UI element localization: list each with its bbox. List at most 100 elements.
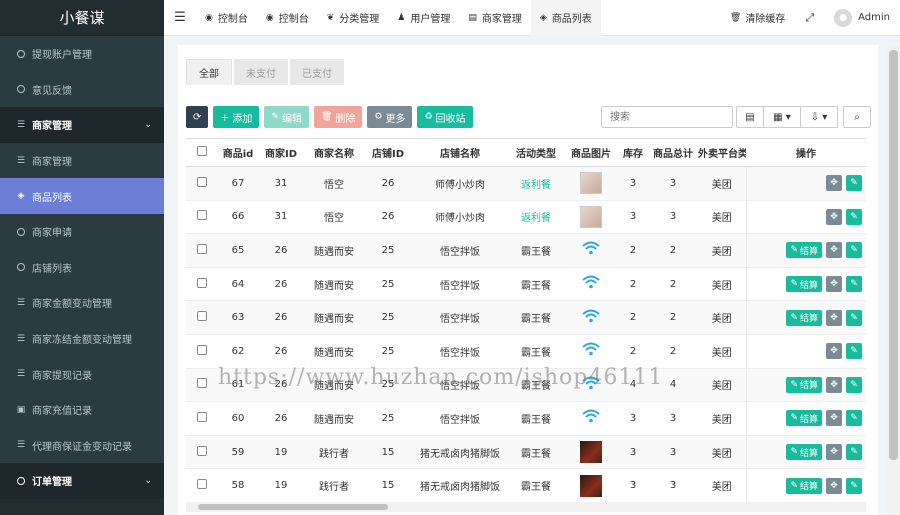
status-tab[interactable]: 全部 [186, 59, 232, 85]
brand-logo[interactable]: 小餐谋 [0, 0, 164, 36]
settle-button[interactable]: ✎ 结算 [786, 276, 822, 293]
cell-image [564, 435, 618, 470]
status-tab[interactable]: 已支付 [290, 59, 344, 85]
table-toolbar: ⟳ ＋添加 ✎ 编辑 🗑 删除 ⚙ 更多 ♻ 回收站 [186, 106, 478, 128]
menu-toggle-icon[interactable]: ☰ [164, 10, 196, 25]
card-view-button[interactable]: ▤ [736, 106, 764, 128]
sidebar-item[interactable]: ☰ 商家金额变动管理 [0, 285, 164, 321]
sidebar-item[interactable]: ◈ 商品列表 [0, 178, 164, 214]
sidebar-item[interactable]: ☰ 商家提现记录 [0, 356, 164, 392]
fullscreen-icon[interactable]: ⤢ [795, 11, 824, 25]
edit-row-button[interactable]: ✎ [846, 477, 862, 494]
sidebar-item-label: 商品列表 [32, 192, 72, 204]
drag-sort-button[interactable]: ✥ [826, 477, 842, 494]
edit-row-button[interactable]: ✎ [846, 410, 862, 427]
sidebar-item[interactable]: ▣ 商家充值记录 [0, 391, 164, 428]
row-checkbox[interactable] [197, 479, 207, 490]
settle-button[interactable]: ✎ 结算 [786, 477, 822, 494]
circle-icon [14, 476, 28, 485]
move-icon: ✥ [830, 413, 838, 424]
row-select-cell [186, 200, 218, 235]
product-thumbnail[interactable] [580, 474, 602, 497]
recycle-bin-button[interactable]: ♻ 回收站 [417, 106, 473, 128]
row-checkbox[interactable] [197, 277, 207, 288]
drag-sort-button[interactable]: ✥ [826, 343, 842, 360]
cell-shop_id: 15 [364, 468, 412, 503]
more-button[interactable]: ⚙ 更多 [367, 106, 413, 128]
advanced-search-button[interactable]: ⌕ [843, 106, 871, 128]
sidebar-item[interactable]: ☰ 商家冻结金额变动管理 [0, 320, 164, 357]
row-checkbox[interactable] [197, 311, 207, 322]
sidebar-item[interactable]: ☰ 商家管理 ⌄ [0, 107, 164, 143]
row-checkbox[interactable] [197, 378, 207, 389]
select-all-checkbox[interactable] [197, 146, 207, 156]
edit-row-button[interactable]: ✎ [846, 309, 862, 326]
settle-button[interactable]: ✎ 结算 [786, 376, 822, 393]
drag-sort-button[interactable]: ✥ [826, 242, 842, 259]
sidebar-item[interactable]: 意见反馈 [0, 71, 164, 108]
cell-merchant_name: 随遇而安 [304, 267, 364, 302]
tab-3[interactable]: ♟ 用户管理 [388, 0, 459, 36]
cell-shop_id: 15 [364, 435, 412, 470]
edit-row-button[interactable]: ✎ [846, 208, 862, 225]
vertical-scroll-thumb[interactable] [889, 50, 898, 460]
row-checkbox[interactable] [197, 411, 207, 422]
delete-button[interactable]: 🗑 删除 [313, 106, 363, 128]
row-checkbox[interactable] [197, 176, 207, 187]
sidebar-item[interactable]: ☰ 商家管理 [0, 142, 164, 179]
tab-5[interactable]: ◈ 商品列表 [530, 0, 601, 36]
drag-sort-button[interactable]: ✥ [826, 410, 842, 427]
edit-button[interactable]: ✎ 编辑 [264, 106, 309, 128]
edit-row-button[interactable]: ✎ [846, 444, 862, 461]
sidebar-item[interactable]: ☰ 代理商保证金变动记录 [0, 427, 164, 464]
product-thumbnail[interactable] [580, 205, 602, 228]
row-checkbox[interactable] [197, 445, 207, 456]
row-checkbox[interactable] [197, 210, 207, 221]
pencil-icon: ✎ [850, 178, 858, 189]
export-dropdown[interactable]: ⇩ ▾ [800, 106, 838, 128]
row-checkbox[interactable] [197, 344, 207, 355]
sidebar-item[interactable]: 商家申请 [0, 213, 164, 250]
edit-row-button[interactable]: ✎ [846, 276, 862, 293]
cell-image [564, 300, 618, 335]
settle-button[interactable]: ✎ 结算 [786, 444, 822, 461]
edit-row-button[interactable]: ✎ [846, 242, 862, 259]
drag-sort-button[interactable]: ✥ [826, 309, 842, 326]
drag-sort-button[interactable]: ✥ [826, 208, 842, 225]
tab-4[interactable]: ▤ 商家管理 [459, 0, 531, 36]
columns-dropdown[interactable]: ▦ ▾ [763, 106, 801, 128]
cell-platform: 美团 [698, 368, 746, 403]
user-menu[interactable]: ● Admin [824, 8, 900, 27]
drag-sort-button[interactable]: ✥ [826, 444, 842, 461]
product-thumbnail[interactable] [580, 441, 602, 464]
drag-sort-button[interactable]: ✥ [826, 376, 842, 393]
tab-0[interactable]: ◉ 控制台 [196, 0, 257, 36]
sidebar-item[interactable]: 提现账户管理 [0, 36, 164, 72]
sidebar-item[interactable]: 订单管理 ⌄ [0, 463, 164, 499]
tab-2[interactable]: ❦ 分类管理 [318, 0, 389, 36]
product-thumbnail[interactable] [580, 172, 602, 195]
cell-image [564, 401, 618, 436]
status-tab[interactable]: 未支付 [234, 59, 288, 85]
cell-shop_name: 猪无戒卤肉猪脚饭 [412, 435, 508, 470]
vertical-scrollbar[interactable] [887, 45, 900, 515]
tab-1[interactable]: ◉ 控制台 [257, 0, 318, 36]
horizontal-scroll-thumb[interactable] [198, 504, 388, 510]
drag-sort-button[interactable]: ✥ [826, 276, 842, 293]
edit-row-button[interactable]: ✎ [846, 175, 862, 192]
drag-sort-button[interactable]: ✥ [826, 175, 842, 192]
sidebar-item[interactable]: 店铺列表 [0, 249, 164, 286]
edit-row-button[interactable]: ✎ [846, 376, 862, 393]
edit-row-button[interactable]: ✎ [846, 343, 862, 360]
search-input[interactable] [601, 106, 733, 128]
horizontal-scrollbar[interactable] [186, 502, 866, 512]
row-checkbox[interactable] [197, 243, 207, 254]
settle-button[interactable]: ✎ 结算 [786, 309, 822, 326]
settle-button[interactable]: ✎ 结算 [786, 410, 822, 427]
action-buttons: ✎ 结算 ✥ ✎ [747, 477, 866, 494]
clear-cache-button[interactable]: 🗑 清除缓存 [720, 10, 795, 26]
settle-button[interactable]: ✎ 结算 [786, 242, 822, 259]
refresh-button[interactable]: ⟳ [186, 106, 209, 128]
add-button[interactable]: ＋添加 [213, 106, 260, 128]
add-label: 添加 [232, 113, 253, 125]
